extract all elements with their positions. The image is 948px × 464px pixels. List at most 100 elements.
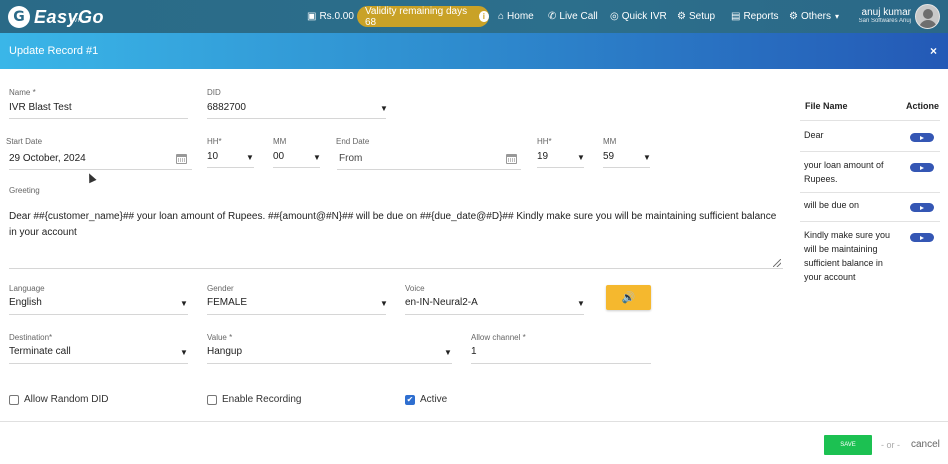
wallet-icon: ▣	[307, 11, 317, 22]
start-hh-underline	[207, 167, 254, 168]
nav-quick-ivr[interactable]: ◎ Quick IVR	[610, 0, 667, 33]
destination-select[interactable]: Terminate call	[9, 346, 71, 357]
nav-live-call-label: Live Call	[559, 11, 598, 22]
nav-home[interactable]: ⌂ Home	[498, 0, 534, 33]
allow-channel-input[interactable]: 1	[471, 346, 477, 357]
table-divider	[800, 221, 940, 222]
greeting-label: Greeting	[9, 186, 40, 195]
start-mm-select[interactable]: 00	[273, 151, 284, 162]
did-label: DID	[207, 88, 221, 97]
enable-recording-label: Enable Recording	[222, 394, 302, 405]
end-date-underline	[337, 169, 521, 170]
play-icon[interactable]	[910, 233, 934, 242]
table-divider	[800, 151, 940, 152]
voice-select[interactable]: en-IN-Neural2-A	[405, 297, 478, 308]
checkbox-box[interactable]	[9, 394, 19, 405]
nav-setup-label: Setup	[688, 11, 716, 22]
value-label: Value *	[207, 333, 233, 342]
destination-underline	[9, 363, 188, 364]
did-dropdown-icon[interactable]: ▼	[380, 104, 388, 113]
avatar[interactable]	[915, 4, 940, 29]
nav-home-label: Home	[507, 11, 534, 22]
gear-icon: ⚙	[677, 11, 686, 22]
allow-random-did-label: Allow Random DID	[24, 394, 109, 405]
allow-random-did-checkbox[interactable]: Allow Random DID	[9, 394, 108, 405]
end-mm-select[interactable]: 59	[603, 151, 614, 162]
name-input[interactable]: IVR Blast Test	[9, 102, 72, 113]
resize-handle[interactable]	[773, 259, 781, 267]
modal-header: Update Record #1 ×	[0, 33, 948, 69]
cancel-link[interactable]: cancel	[911, 439, 940, 450]
allow-channel-label: Allow channel *	[471, 333, 526, 342]
play-icon[interactable]	[910, 163, 934, 172]
language-label: Language	[9, 284, 45, 293]
speaker-icon: 🔊	[621, 292, 636, 304]
logo-text: EasyGo	[34, 6, 105, 27]
user-menu[interactable]: anuj kumar San Softwares Anuj	[855, 7, 911, 24]
name-underline	[9, 118, 188, 119]
checkmark-icon[interactable]: ✔	[405, 394, 415, 405]
checkbox-box[interactable]	[207, 394, 217, 405]
did-select[interactable]: 6882700	[207, 102, 246, 113]
end-mm-dropdown-icon[interactable]: ▼	[643, 153, 651, 162]
end-date-label: End Date	[336, 137, 370, 146]
nav-others[interactable]: ⚙ Others ▾	[789, 0, 839, 33]
table-row-file-name: your loan amount of Rupees.	[804, 160, 884, 184]
table-divider	[800, 120, 940, 121]
language-underline	[9, 314, 188, 315]
gender-underline	[207, 314, 386, 315]
start-date-underline	[9, 169, 192, 170]
play-icon[interactable]	[910, 133, 934, 142]
start-mm-dropdown-icon[interactable]: ▼	[313, 153, 321, 162]
action-header: Actione	[906, 101, 940, 111]
close-icon[interactable]: ×	[930, 44, 937, 58]
gender-select[interactable]: FEMALE	[207, 297, 247, 308]
start-hh-dropdown-icon[interactable]: ▼	[246, 153, 254, 162]
value-dropdown-icon[interactable]: ▼	[444, 348, 452, 357]
nav-reports[interactable]: ▤ Reports	[731, 0, 778, 33]
gender-dropdown-icon[interactable]: ▼	[380, 299, 388, 308]
user-name: anuj kumar	[861, 7, 911, 18]
info-icon[interactable]: i	[478, 11, 489, 22]
logo-subtext: IVR	[72, 18, 83, 24]
mouse-cursor-icon	[85, 171, 97, 184]
language-dropdown-icon[interactable]: ▼	[180, 299, 188, 308]
app-logo[interactable]: G EasyGo	[8, 5, 104, 29]
validity-text: Validity remaining days 68	[365, 5, 468, 28]
nav-others-label: Others	[800, 11, 831, 22]
destination-label: Destination*	[9, 333, 53, 342]
end-hh-dropdown-icon[interactable]: ▼	[577, 153, 585, 162]
quick-ivr-icon: ◎	[610, 11, 619, 22]
top-navbar: G EasyGo IVR ▣ Rs.0.00 Validity remainin…	[0, 0, 948, 33]
nav-setup[interactable]: ⚙ Setup	[677, 0, 715, 33]
play-icon[interactable]	[910, 203, 934, 212]
value-underline	[207, 363, 452, 364]
greeting-underline	[9, 268, 783, 269]
voice-dropdown-icon[interactable]: ▼	[577, 299, 585, 308]
calendar-icon[interactable]	[506, 154, 517, 164]
greeting-textarea[interactable]: Dear ##{customer_name}## your loan amoun…	[9, 209, 779, 241]
validity-badge: Validity remaining days 68 i	[357, 5, 489, 28]
table-divider	[800, 192, 940, 193]
start-hh-label: HH*	[207, 137, 222, 146]
value-select[interactable]: Hangup	[207, 346, 242, 357]
calendar-icon[interactable]	[176, 154, 187, 164]
play-voice-button[interactable]: 🔊	[606, 285, 651, 310]
table-row-file-name: Kindly make sure you will be maintaining…	[804, 230, 891, 282]
end-hh-underline	[537, 167, 584, 168]
nav-live-call[interactable]: ✆ Live Call	[548, 0, 598, 33]
destination-dropdown-icon[interactable]: ▼	[180, 348, 188, 357]
start-date-input[interactable]: 29 October, 2024	[9, 153, 86, 164]
active-checkbox[interactable]: ✔ Active	[405, 394, 447, 405]
enable-recording-checkbox[interactable]: Enable Recording	[207, 394, 302, 405]
cog-icon: ⚙	[789, 11, 798, 22]
logo-icon: G	[8, 6, 30, 28]
table-row-file-name: will be due on	[804, 200, 860, 210]
file-name-header: File Name	[805, 101, 848, 111]
language-select[interactable]: English	[9, 297, 42, 308]
end-hh-select[interactable]: 19	[537, 151, 548, 162]
save-button[interactable]: SAVE	[824, 435, 872, 455]
end-date-input[interactable]: From	[339, 153, 362, 164]
phone-icon: ✆	[548, 11, 557, 22]
start-hh-select[interactable]: 10	[207, 151, 218, 162]
